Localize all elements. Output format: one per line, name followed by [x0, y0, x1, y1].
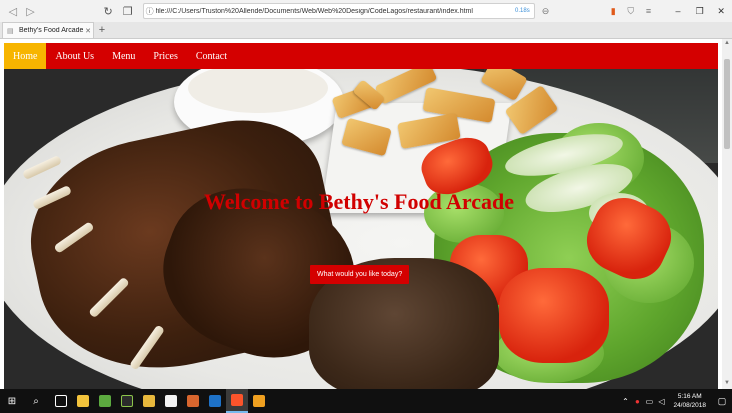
- notifications-icon[interactable]: ▢: [712, 396, 732, 407]
- file-explorer-icon[interactable]: [72, 389, 94, 413]
- nav-prices[interactable]: Prices: [144, 43, 186, 69]
- visual-studio-icon[interactable]: [204, 389, 226, 413]
- nav-contact[interactable]: Contact: [187, 43, 236, 69]
- hero-title: Welcome to Bethy's Food Arcade: [204, 189, 514, 214]
- shield-icon[interactable]: ⛉: [622, 2, 640, 20]
- clock[interactable]: 5:16 AM 24/08/2018: [667, 392, 712, 410]
- page-info-icon[interactable]: ⓘ: [144, 6, 156, 17]
- windows-taskbar: ⊞ ⌕ ⌃ ● ▭ ◁ 5:16 AM 24/08/2018 ▢: [0, 389, 732, 413]
- windows-start-icon[interactable]: ⊞: [0, 389, 24, 413]
- document-app-icon[interactable]: [160, 389, 182, 413]
- clock-time: 5:16 AM: [677, 393, 702, 400]
- cta-button[interactable]: What would you like today?: [310, 265, 410, 284]
- nav-about-us[interactable]: About Us: [46, 43, 103, 69]
- close-icon[interactable]: ✕: [710, 2, 732, 20]
- nav-home[interactable]: Home: [4, 43, 47, 69]
- maximize-icon[interactable]: ❐: [689, 2, 711, 20]
- presentation-app-icon[interactable]: [182, 389, 204, 413]
- system-tray: ⌃ ● ▭ ◁ 5:16 AM 24/08/2018 ▢: [619, 392, 732, 410]
- back-icon[interactable]: ◁: [4, 2, 22, 20]
- tab-close-icon[interactable]: ✕: [83, 27, 93, 35]
- antivirus-icon[interactable]: ●: [631, 397, 643, 406]
- browser-toolbar: ◁ ▷ ↻ ❐ ⓘ file:///C:/Users/Truston%20All…: [0, 0, 732, 22]
- site-navbar: Home About Us Menu Prices Contact: [4, 43, 718, 69]
- chevron-up-icon[interactable]: ⌃: [619, 397, 631, 406]
- search-icon[interactable]: ⌕: [24, 389, 48, 413]
- tab-bethys-food-arcade[interactable]: ▤ Bethy's Food Arcade ✕: [2, 22, 94, 38]
- task-view-icon[interactable]: [50, 389, 72, 413]
- page-icon: ▤: [7, 27, 14, 35]
- volume-icon[interactable]: ◁: [655, 397, 667, 406]
- video-app-icon[interactable]: [248, 389, 270, 413]
- menu-circle-icon[interactable]: ⊖: [537, 2, 555, 20]
- extension-icon[interactable]: ▮: [604, 2, 622, 20]
- zoom-indicator: 0.18s: [515, 8, 530, 14]
- scroll-down-icon[interactable]: ▼: [722, 380, 732, 388]
- clock-date: 24/08/2018: [673, 402, 706, 409]
- media-app-icon[interactable]: [116, 389, 138, 413]
- scroll-up-icon[interactable]: ▲: [722, 40, 732, 48]
- nav-menu[interactable]: Menu: [103, 43, 144, 69]
- reload-icon[interactable]: ↻: [99, 2, 117, 20]
- scrollbar-thumb[interactable]: [724, 59, 730, 149]
- forward-icon[interactable]: ▷: [22, 2, 40, 20]
- url-text[interactable]: file:///C:/Users/Truston%20Allende/Docum…: [156, 8, 515, 15]
- photos-app-icon[interactable]: [94, 389, 116, 413]
- minimize-icon[interactable]: –: [667, 2, 689, 20]
- folder-app-icon[interactable]: [138, 389, 160, 413]
- address-bar[interactable]: ⓘ file:///C:/Users/Truston%20Allende/Doc…: [142, 3, 535, 19]
- network-icon[interactable]: ▭: [643, 397, 655, 406]
- vertical-scrollbar[interactable]: ▲ ▼: [722, 39, 732, 389]
- hamburger-menu-icon[interactable]: ≡: [640, 2, 658, 20]
- tab-strip: ▤ Bethy's Food Arcade ✕ +: [0, 22, 732, 39]
- tab-label: Bethy's Food Arcade: [19, 27, 83, 34]
- new-tab-button[interactable]: +: [94, 22, 110, 38]
- hero-section: Home About Us Menu Prices Contact Welcom…: [4, 43, 718, 389]
- brave-browser-icon[interactable]: [226, 389, 248, 413]
- bookmark-icon[interactable]: ❐: [119, 2, 137, 20]
- page-viewport: Home About Us Menu Prices Contact Welcom…: [0, 39, 722, 389]
